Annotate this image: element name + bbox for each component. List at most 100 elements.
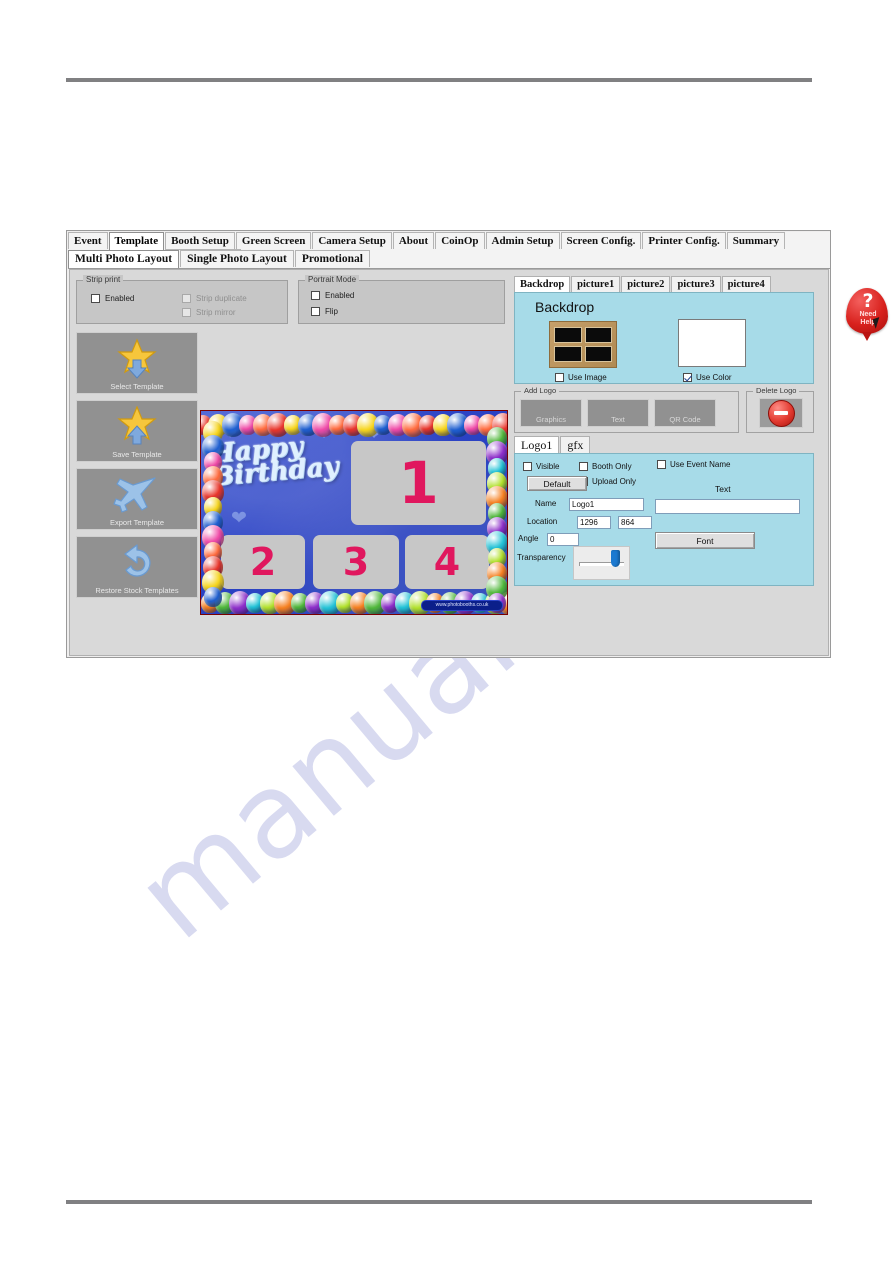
use-color-row[interactable]: Use Color [683,373,732,382]
right-panel: Backdrop picture1 picture2 picture3 pict… [514,276,888,651]
location-label: Location [527,517,558,526]
page-rule-top [66,78,812,82]
tab-gfx[interactable]: gfx [560,436,591,453]
text-input[interactable] [655,499,800,514]
portrait-flip-row[interactable]: Flip [311,307,338,316]
transparency-label: Transparency [517,553,566,562]
star-down-arrow-icon [77,337,197,381]
use-color-checkbox[interactable] [683,373,692,382]
select-template-button[interactable]: Select Template [76,332,198,394]
backdrop-image-thumbnail[interactable] [549,321,617,368]
question-mark-icon: ? [862,290,874,312]
need-help-line2: Help [860,319,876,326]
slider-thumb[interactable] [611,550,620,567]
location-x-input[interactable]: 1296 [577,516,611,529]
booth-only-row[interactable]: Booth Only [579,462,632,471]
sub-tab-bar: Multi Photo Layout Single Photo Layout P… [68,250,830,269]
location-y-input[interactable]: 864 [618,516,652,529]
name-input[interactable]: Logo1 [569,498,644,511]
backdrop-color-swatch[interactable] [678,319,746,367]
thumbnail-cell [584,327,612,343]
subtab-multi-photo-layout[interactable]: Multi Photo Layout [68,250,180,268]
angle-input[interactable]: 0 [547,533,579,546]
photo-slot-1[interactable]: 1 [351,441,486,525]
tab-picture4[interactable]: picture4 [721,276,771,292]
transparency-slider[interactable] [573,546,630,580]
thumbnail-cell [554,346,582,362]
use-image-checkbox[interactable] [555,373,564,382]
tab-coinop[interactable]: CoinOp [435,232,485,249]
thumbnail-cell [584,346,612,362]
application-window: Event Template Booth Setup Green Screen … [66,230,888,658]
delete-logo-button[interactable] [759,398,803,428]
tab-booth-setup[interactable]: Booth Setup [165,232,235,249]
photo-slot-2[interactable]: 2 [221,535,305,589]
tab-logo1[interactable]: Logo1 [514,436,560,454]
backdrop-panel: Backdrop Use Image Use Color [514,292,814,384]
tab-screen-config[interactable]: Screen Config. [560,232,642,249]
save-template-label: Save Template [112,449,162,459]
portrait-enabled-checkbox[interactable] [311,291,320,300]
subtab-single-photo-layout[interactable]: Single Photo Layout [180,250,294,267]
star-up-arrow-icon [77,405,197,449]
photo-slot-4[interactable]: 4 [405,535,489,589]
portrait-flip-label: Flip [325,307,338,316]
strip-print-enabled-label: Enabled [105,294,135,303]
photo-slot-3[interactable]: 3 [313,535,399,589]
thumbnail-cell [554,327,582,343]
angle-label: Angle [518,534,539,543]
tab-summary[interactable]: Summary [726,232,786,249]
tab-about[interactable]: About [392,232,435,249]
strip-print-enabled-checkbox[interactable] [91,294,100,303]
need-help-button[interactable]: ? Need Help [846,288,890,341]
tab-template[interactable]: Template [108,232,165,250]
tab-event[interactable]: Event [68,232,108,249]
tab-admin-setup[interactable]: Admin Setup [485,232,560,249]
add-logo-group: Add Logo Graphics Text QR Code [514,386,739,433]
portrait-mode-group-title: Portrait Mode [305,275,360,284]
strip-mirror-row: Strip mirror [182,308,236,317]
tab-picture3[interactable]: picture3 [671,276,721,292]
booth-only-label: Booth Only [592,462,632,471]
strip-duplicate-row: Strip duplicate [182,294,247,303]
text-label: Text [715,484,731,494]
booth-only-checkbox[interactable] [579,462,588,471]
default-button[interactable]: Default [527,476,587,491]
restore-stock-templates-label: Restore Stock Templates [95,585,179,595]
tab-printer-config[interactable]: Printer Config. [642,232,726,249]
logo-properties-panel: Visible Booth Only Upload Only Use Event… [514,453,814,586]
preview-swirl-icon: ❤ [265,420,276,435]
airplane-icon [77,473,197,517]
upload-only-row[interactable]: Upload Only [579,477,636,486]
subtab-promotional[interactable]: Promotional [294,250,370,267]
select-template-label: Select Template [110,381,164,391]
portrait-flip-checkbox[interactable] [311,307,320,316]
delete-logo-group: Delete Logo [746,386,814,433]
visible-checkbox[interactable] [523,462,532,471]
use-image-row[interactable]: Use Image [555,373,607,382]
tab-picture2[interactable]: picture2 [621,276,671,292]
use-color-label: Use Color [696,373,732,382]
strip-print-enabled-row[interactable]: Enabled [91,294,134,303]
use-event-name-row[interactable]: Use Event Name [657,460,730,469]
tab-green-screen[interactable]: Green Screen [235,232,312,249]
use-event-name-checkbox[interactable] [657,460,666,469]
export-template-label: Export Template [109,517,165,527]
portrait-enabled-row[interactable]: Enabled [311,291,354,300]
strip-mirror-checkbox [182,308,191,317]
save-template-button[interactable]: Save Template [76,400,198,462]
add-logo-graphics-button[interactable]: Graphics [520,399,582,427]
tab-backdrop[interactable]: Backdrop [514,276,571,293]
tab-camera-setup[interactable]: Camera Setup [312,232,392,249]
template-preview[interactable]: ❤ ❤ ❤ ❤ ❤ ❤ Happy Birthday 1 2 3 4 www.p… [200,410,508,615]
add-logo-text-button[interactable]: Text [587,399,649,427]
tab-picture1[interactable]: picture1 [571,276,621,292]
restore-stock-templates-button[interactable]: Restore Stock Templates [76,536,198,598]
export-template-button[interactable]: Export Template [76,468,198,530]
delete-logo-group-title: Delete Logo [753,386,800,395]
visible-row[interactable]: Visible [523,462,559,471]
preview-swirl-icon: ❤ [231,508,247,529]
font-button[interactable]: Font [655,532,755,549]
no-entry-icon [767,399,795,427]
add-logo-qrcode-button[interactable]: QR Code [654,399,716,427]
